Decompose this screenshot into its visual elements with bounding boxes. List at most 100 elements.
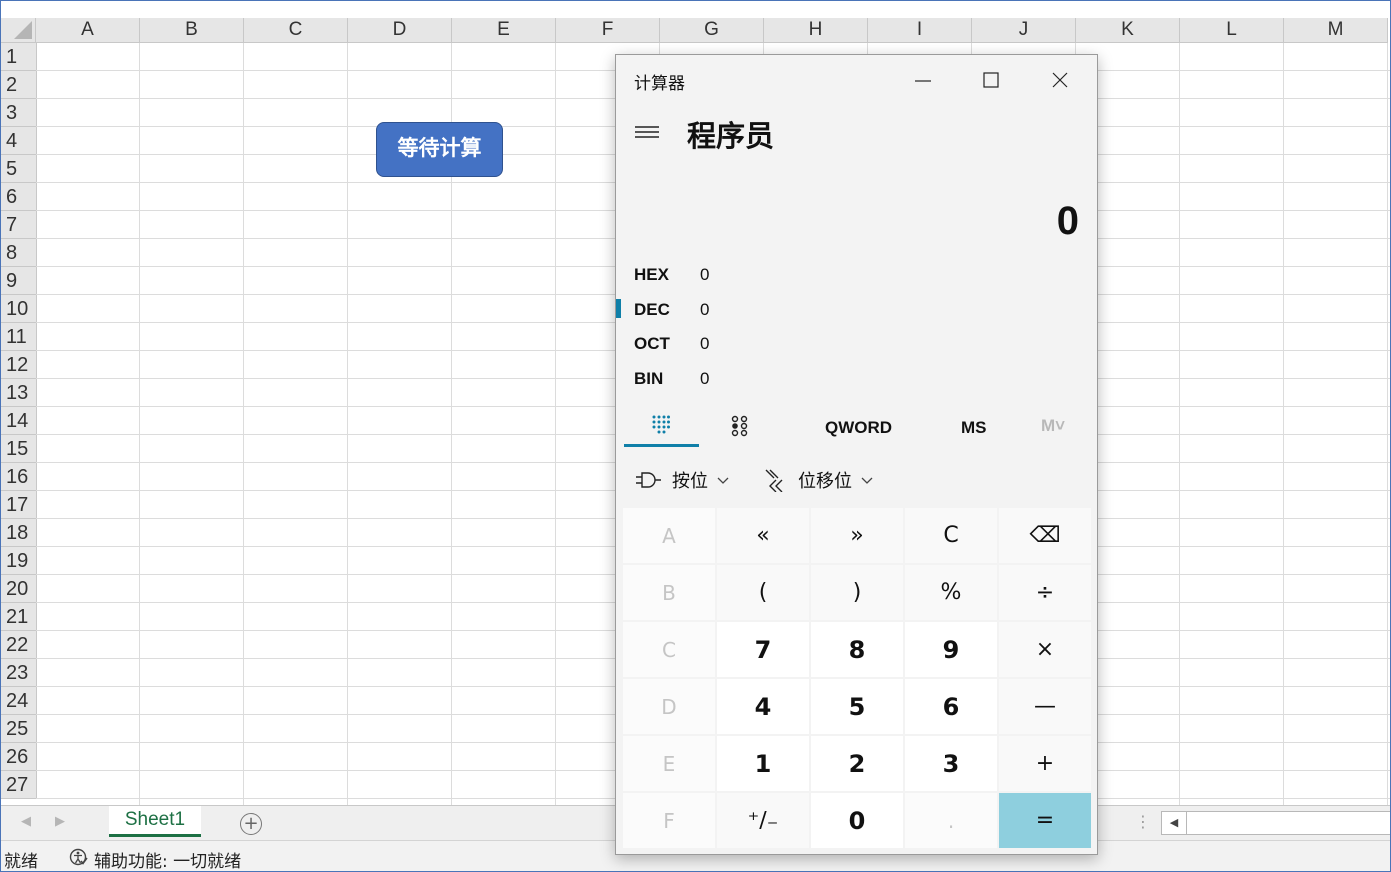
row-header[interactable]: 23 xyxy=(1,659,37,687)
column-header[interactable]: K xyxy=(1076,18,1180,43)
row-header[interactable]: 22 xyxy=(1,631,37,659)
column-headers: ABCDEFGHIJKLM xyxy=(36,18,1388,43)
key-equals[interactable]: = xyxy=(999,793,1091,848)
hamburger-menu-icon[interactable] xyxy=(635,125,659,139)
horizontal-scrollbar[interactable]: ◀ xyxy=(1161,811,1390,835)
key-a[interactable]: A xyxy=(623,508,715,563)
key-add[interactable]: + xyxy=(999,736,1091,791)
add-sheet-icon[interactable]: + xyxy=(240,813,262,835)
column-header[interactable]: D xyxy=(348,18,452,43)
key-1[interactable]: 1 xyxy=(717,736,809,791)
row-header[interactable]: 26 xyxy=(1,743,37,771)
row-header[interactable]: 21 xyxy=(1,603,37,631)
key-7[interactable]: 7 xyxy=(717,622,809,677)
column-header[interactable]: B xyxy=(140,18,244,43)
accessibility-icon[interactable] xyxy=(68,847,88,867)
key-open-paren[interactable]: ( xyxy=(717,565,809,620)
word-size-button[interactable]: QWORD xyxy=(825,418,892,438)
key-b[interactable]: B xyxy=(623,565,715,620)
key-4[interactable]: 4 xyxy=(717,679,809,734)
row-header[interactable]: 13 xyxy=(1,379,37,407)
key-9[interactable]: 9 xyxy=(905,622,997,677)
row-header[interactable]: 6 xyxy=(1,183,37,211)
row-header[interactable]: 5 xyxy=(1,155,37,183)
key-close-paren[interactable]: ) xyxy=(811,565,903,620)
key-percent[interactable]: % xyxy=(905,565,997,620)
key-decimal[interactable]: . xyxy=(905,793,997,848)
key-c-hex[interactable]: C xyxy=(623,622,715,677)
key-0[interactable]: 0 xyxy=(811,793,903,848)
key-clear[interactable]: C xyxy=(905,508,997,563)
column-header[interactable]: F xyxy=(556,18,660,43)
row-header[interactable]: 25 xyxy=(1,715,37,743)
key-f[interactable]: F xyxy=(623,793,715,848)
row-header[interactable]: 4 xyxy=(1,127,37,155)
key-left-shift[interactable]: « xyxy=(717,508,809,563)
bitshift-dropdown[interactable]: 位移位 xyxy=(764,467,874,493)
prev-sheet-icon[interactable]: ◀ xyxy=(21,814,31,829)
row-header[interactable]: 3 xyxy=(1,99,37,127)
scroll-left-icon[interactable]: ◀ xyxy=(1162,812,1187,834)
sheet-tab-sheet1[interactable]: Sheet1 xyxy=(109,806,201,837)
minimize-icon[interactable] xyxy=(900,61,946,99)
key-divide[interactable]: ÷ xyxy=(999,565,1091,620)
accessibility-status[interactable]: 辅助功能: 一切就绪 xyxy=(94,847,241,871)
column-header[interactable]: I xyxy=(868,18,972,43)
column-header[interactable]: G xyxy=(660,18,764,43)
wait-calculate-button[interactable]: 等待计算 xyxy=(376,122,503,177)
memory-recall-button[interactable]: M˅ xyxy=(1041,416,1065,436)
row-header[interactable]: 27 xyxy=(1,771,37,799)
key-e[interactable]: E xyxy=(623,736,715,791)
row-header[interactable]: 7 xyxy=(1,211,37,239)
full-keypad-icon[interactable] xyxy=(652,415,670,435)
key-backspace[interactable]: ⌫ xyxy=(999,508,1091,563)
row-header[interactable]: 12 xyxy=(1,351,37,379)
key-2[interactable]: 2 xyxy=(811,736,903,791)
key-8[interactable]: 8 xyxy=(811,622,903,677)
column-header[interactable]: H xyxy=(764,18,868,43)
row-header[interactable]: 11 xyxy=(1,323,37,351)
row-header[interactable]: 20 xyxy=(1,575,37,603)
key-negate[interactable]: ⁺∕₋ xyxy=(717,793,809,848)
column-header[interactable]: E xyxy=(452,18,556,43)
column-header[interactable]: C xyxy=(244,18,348,43)
key-subtract[interactable]: — xyxy=(999,679,1091,734)
row-header[interactable]: 9 xyxy=(1,267,37,295)
row-header[interactable]: 16 xyxy=(1,463,37,491)
keypad: A «» C ⌫ B()% ÷ C 7 8 9 × D 4 5 6— E 1 2 3 + F ⁺∕₋ 0. = xyxy=(623,508,1092,848)
key-6[interactable]: 6 xyxy=(905,679,997,734)
row-header[interactable]: 15 xyxy=(1,435,37,463)
close-icon[interactable] xyxy=(1037,61,1083,99)
row-header[interactable]: 2 xyxy=(1,71,37,99)
key-d[interactable]: D xyxy=(623,679,715,734)
row-header[interactable]: 19 xyxy=(1,547,37,575)
row-header[interactable]: 10 xyxy=(1,295,37,323)
next-sheet-icon[interactable]: ▶ xyxy=(55,814,65,829)
radix-hex[interactable]: HEX 0 xyxy=(634,265,934,285)
column-header[interactable]: M xyxy=(1284,18,1388,43)
row-header[interactable]: 8 xyxy=(1,239,37,267)
radix-dec[interactable]: DEC 0 xyxy=(634,300,934,320)
column-header[interactable]: L xyxy=(1180,18,1284,43)
bitwise-dropdown[interactable]: 按位 xyxy=(636,467,730,493)
calculator-title: 计算器 xyxy=(634,74,685,94)
radix-bin[interactable]: BIN 0 xyxy=(634,369,934,389)
row-header[interactable]: 18 xyxy=(1,519,37,547)
row-header[interactable]: 14 xyxy=(1,407,37,435)
key-5[interactable]: 5 xyxy=(811,679,903,734)
maximize-icon[interactable] xyxy=(968,61,1014,99)
key-3[interactable]: 3 xyxy=(905,736,997,791)
split-handle-icon[interactable]: ⋮ xyxy=(1135,812,1151,831)
radix-oct[interactable]: OCT 0 xyxy=(634,334,934,354)
row-header[interactable]: 24 xyxy=(1,687,37,715)
bit-toggle-keypad-icon[interactable] xyxy=(731,415,749,437)
key-multiply[interactable]: × xyxy=(999,622,1091,677)
select-all-corner[interactable] xyxy=(1,18,36,43)
column-header[interactable]: J xyxy=(972,18,1076,43)
memory-store-button[interactable]: MS xyxy=(961,418,987,438)
row-header[interactable]: 1 xyxy=(1,43,37,71)
key-right-shift[interactable]: » xyxy=(811,508,903,563)
chevron-down-icon xyxy=(861,477,873,484)
row-header[interactable]: 17 xyxy=(1,491,37,519)
column-header[interactable]: A xyxy=(36,18,140,43)
